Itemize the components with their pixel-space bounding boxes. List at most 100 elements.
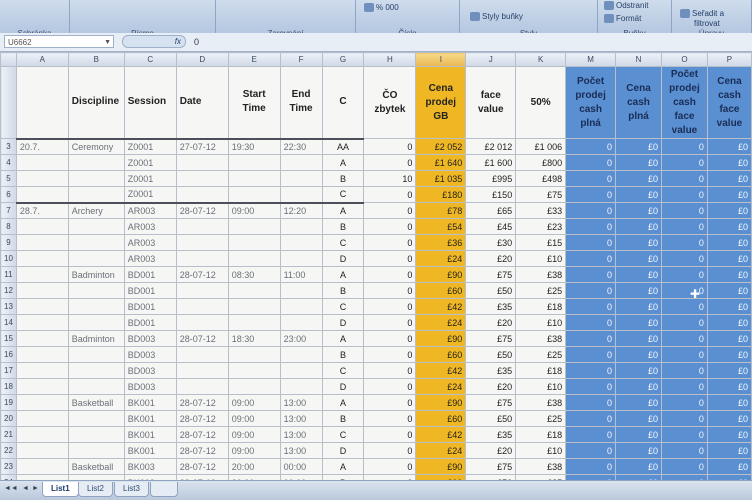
cell[interactable]: £0 — [615, 202, 662, 219]
cell[interactable]: £75 — [465, 394, 517, 411]
cell[interactable] — [15, 330, 69, 347]
cell[interactable]: £0 — [706, 218, 752, 235]
cell[interactable] — [227, 314, 281, 331]
cell[interactable]: £75 — [515, 186, 567, 203]
cell[interactable] — [175, 298, 229, 315]
cell[interactable]: £60 — [415, 346, 467, 363]
cell[interactable]: 0 — [660, 410, 708, 427]
sort-button[interactable]: Seřadit a — [680, 9, 724, 19]
cell[interactable]: £75 — [465, 458, 517, 475]
cell[interactable]: £24 — [415, 250, 467, 267]
cell[interactable] — [15, 250, 69, 267]
cell[interactable]: £0 — [706, 202, 752, 219]
cell[interactable]: 0 — [363, 442, 417, 459]
cell[interactable]: £0 — [706, 154, 752, 171]
cell[interactable]: £0 — [706, 282, 752, 299]
cell[interactable]: 0 — [565, 330, 617, 347]
header-cell[interactable]: Start Time — [227, 66, 281, 139]
cell[interactable]: 0 — [660, 442, 708, 459]
cell[interactable] — [279, 314, 323, 331]
cell[interactable]: £36 — [415, 234, 467, 251]
column-header[interactable]: F — [279, 52, 323, 67]
cell[interactable]: £38 — [515, 458, 567, 475]
cell[interactable]: £35 — [465, 362, 517, 379]
cell[interactable] — [67, 186, 125, 203]
header-cell[interactable]: C — [321, 66, 365, 139]
cell[interactable]: £0 — [615, 138, 662, 155]
cell[interactable] — [175, 250, 229, 267]
cell[interactable]: £0 — [615, 266, 662, 283]
cell[interactable] — [279, 362, 323, 379]
cell[interactable]: 0 — [660, 170, 708, 187]
header-cell[interactable]: Session — [123, 66, 177, 139]
cell[interactable] — [279, 170, 323, 187]
cell[interactable]: £60 — [415, 282, 467, 299]
cell[interactable]: 0 — [660, 362, 708, 379]
cell[interactable]: 22:30 — [279, 137, 323, 155]
cell[interactable]: AR003 — [123, 218, 177, 235]
cell[interactable]: £10 — [515, 314, 567, 331]
cell[interactable]: £0 — [706, 266, 752, 283]
cell[interactable]: 0 — [660, 346, 708, 363]
filter-button[interactable]: filtrovat — [694, 19, 720, 28]
cell[interactable]: 0 — [565, 378, 617, 395]
cell[interactable] — [175, 154, 229, 171]
cell[interactable]: B — [321, 218, 365, 235]
cell[interactable]: 0 — [565, 154, 617, 171]
cell[interactable]: £0 — [615, 298, 662, 315]
cell[interactable]: £0 — [615, 282, 662, 299]
cell[interactable]: £1 600 — [465, 154, 517, 171]
cell[interactable]: 0 — [565, 362, 617, 379]
cell[interactable]: £0 — [615, 458, 662, 475]
format-cells-button[interactable]: Formát — [604, 14, 641, 24]
cell[interactable]: £50 — [465, 410, 517, 427]
cell[interactable]: £90 — [415, 458, 467, 475]
cell[interactable]: £0 — [706, 186, 752, 203]
first-sheet-icon[interactable]: ◄◄ — [4, 485, 18, 492]
row-header[interactable]: 3 — [0, 138, 17, 155]
cell[interactable]: BD003 — [123, 378, 177, 395]
prev-sheet-icon[interactable]: ◄ — [22, 485, 29, 492]
cell[interactable]: £1 006 — [515, 138, 567, 155]
cell[interactable] — [67, 378, 125, 395]
cell[interactable]: A — [321, 154, 365, 171]
row-header[interactable]: 8 — [0, 218, 17, 235]
row-header[interactable]: 10 — [0, 250, 17, 267]
cell[interactable]: £45 — [465, 218, 517, 235]
cell[interactable]: £0 — [706, 138, 752, 155]
cell[interactable]: £1 640 — [415, 154, 467, 171]
cell[interactable]: Z0001 — [123, 170, 177, 187]
cell[interactable]: 0 — [565, 266, 617, 283]
cell[interactable]: C — [321, 234, 365, 251]
row-header[interactable]: 13 — [0, 298, 17, 315]
cell[interactable]: 0 — [660, 266, 708, 283]
cell[interactable] — [175, 346, 229, 363]
cell[interactable]: £23 — [515, 218, 567, 235]
cell[interactable]: £0 — [615, 218, 662, 235]
cell[interactable]: BD003 — [123, 346, 177, 363]
cell[interactable]: 19:30 — [227, 137, 281, 155]
cell[interactable]: 0 — [660, 378, 708, 395]
cell[interactable]: 0 — [565, 442, 617, 459]
cell[interactable]: 28-07-12 — [175, 394, 229, 411]
sheet-tab[interactable]: List2 — [78, 482, 113, 497]
cell[interactable]: 0 — [660, 426, 708, 443]
cell[interactable]: Basketball — [67, 394, 125, 411]
row-header[interactable]: 17 — [0, 362, 17, 379]
header-cell[interactable]: Počet prodej cash plná — [565, 66, 617, 139]
cell[interactable]: B — [321, 410, 365, 427]
column-header[interactable]: N — [615, 52, 662, 67]
header-cell[interactable]: face value — [465, 66, 517, 139]
cell[interactable]: Basketball — [67, 458, 125, 475]
cell[interactable]: Badminton — [67, 330, 125, 347]
sheet-tab[interactable]: List1 — [42, 482, 79, 497]
cell[interactable] — [279, 282, 323, 299]
cell[interactable]: D — [321, 250, 365, 267]
cell[interactable]: 0 — [363, 394, 417, 411]
cell[interactable]: £42 — [415, 426, 467, 443]
cell[interactable]: AA — [321, 137, 365, 155]
cell[interactable]: £38 — [515, 266, 567, 283]
cell[interactable]: £0 — [706, 170, 752, 187]
cell[interactable] — [67, 362, 125, 379]
cell[interactable]: D — [321, 314, 365, 331]
